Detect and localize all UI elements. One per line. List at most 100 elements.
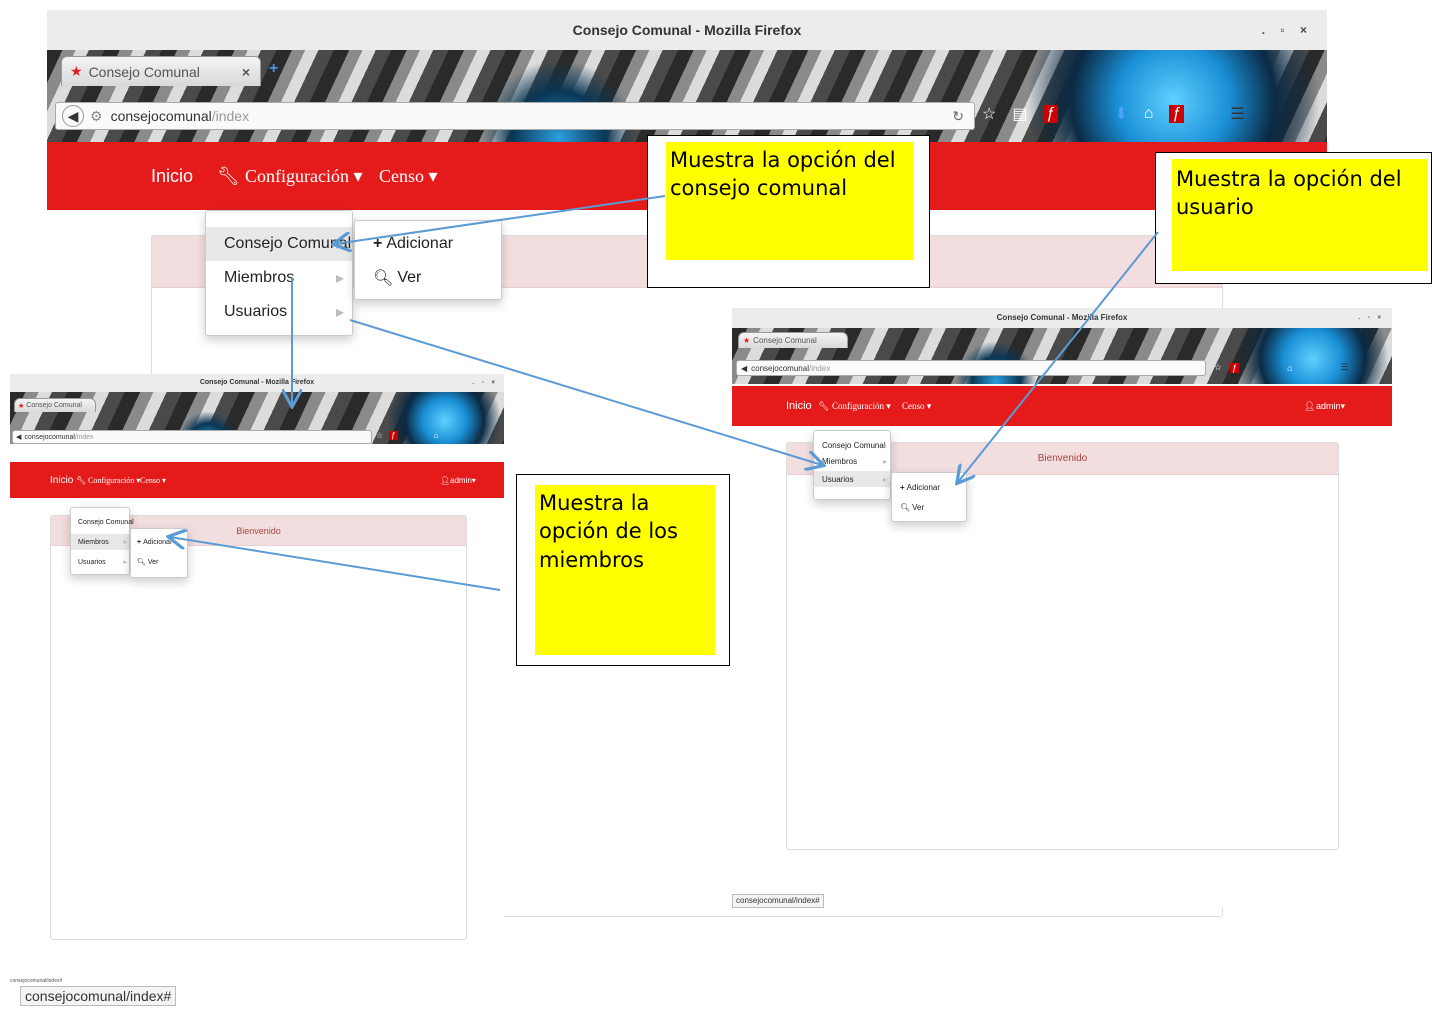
nav-configuracion[interactable]: Configuración ▾ [88,476,140,485]
nav-inicio[interactable]: Inicio [786,400,812,412]
window-controls[interactable]: . ▫ × [1358,308,1392,328]
submenu-label: Ver [912,502,925,512]
url-path: /index [808,363,831,373]
plus-icon: + [373,235,383,252]
window-title: Consejo Comunal - Mozilla Firefox [996,313,1128,322]
tab-favicon-star-icon: ★ [70,63,83,79]
user-icon: 👤︎ [1304,400,1316,411]
flash-icon[interactable]: ƒ [1230,362,1240,373]
menu-item-usuarios[interactable]: Usuarios ▸ [206,295,352,329]
reading-list-icon[interactable]: ▤ [1012,104,1027,124]
back-icon[interactable]: ◀ [741,364,747,373]
menu-item-miembros[interactable]: Miembros ▸ [206,261,352,295]
download-icon[interactable]: ⬇ [1114,104,1127,124]
menu-item-miembros[interactable]: Miembros ▸ [71,534,129,550]
url-path: /index [211,108,250,124]
home-icon[interactable]: ⌂ [434,431,439,440]
plus-icon: + [137,538,142,546]
config-dropdown: Consejo Comunal ▸ Miembros ▸ Usuarios ▸ [205,210,353,336]
browser-tab[interactable]: ★ Consejo Comunal × [61,56,261,86]
url-base: consejocomunal [110,108,212,124]
nav-inicio[interactable]: Inicio [50,475,73,486]
reload-icon[interactable]: ↻ [952,108,964,125]
status-bar-tiny: consejocomunal/index# [10,978,63,984]
nav-user-admin[interactable]: admin▾ [450,476,476,485]
window-titlebar: Consejo Comunal - Mozilla Firefox [10,374,504,392]
bookmark-star-icon[interactable]: ☆ [376,431,383,440]
window-title: Consejo Comunal - Mozilla Firefox [199,379,315,386]
nav-configuracion[interactable]: Configuración ▾ [245,166,363,187]
menu-item-label: Miembros [822,456,858,466]
flash-icon[interactable]: ƒ [1043,105,1059,123]
submenu-label: Adicionar [143,538,173,546]
welcome-panel: Bienvenido [50,515,467,940]
flash-icon[interactable]: ƒ [389,431,398,440]
nav-censo[interactable]: Censo ▾ [379,166,438,187]
config-dropdown: Consejo Comunal ▸ Miembros ▸ Usuarios ▸ [70,507,134,575]
menu-item-miembros[interactable]: Miembros ▸ [814,453,890,469]
bookmark-star-icon[interactable]: ☆ [982,104,996,124]
nav-inicio[interactable]: Inicio [151,166,193,187]
url-base: consejocomunal [24,433,75,441]
wrench-icon: 🔧︎ [76,475,87,485]
site-navbar: Inicio 🔧︎ Configuración ▾ Censo ▾ 👤︎ adm… [10,462,504,498]
submenu-ver[interactable]: 🔍︎ Ver [131,553,187,571]
menu-item-usuarios[interactable]: Usuarios ▸ [814,471,890,487]
caret-right-icon: ▸ [882,456,887,466]
bookmark-star-icon[interactable]: ☆ [1214,362,1222,373]
wrench-icon: 🔧︎ [217,165,240,186]
menu-hamburger-icon[interactable]: ☰ [1341,362,1349,373]
submenu-adicionar[interactable]: + Adicionar [131,533,187,551]
submenu-ver[interactable]: 🔍︎ Ver [892,497,966,517]
url-bar[interactable]: ◀ consejocomunal/index [12,430,372,444]
window-controls[interactable]: . ▫ × [1262,10,1327,50]
status-bar: consejocomunal/index# [732,894,824,908]
home-icon[interactable]: ⌂ [1144,105,1154,123]
submenu-adicionar[interactable]: + Adicionar [355,227,501,261]
menu-item-consejo-comunal[interactable]: Consejo Comunal ▸ [206,227,352,261]
search-icon: 🔍︎ [373,270,394,287]
window-titlebar: Consejo Comunal - Mozilla Firefox [47,10,1327,50]
url-bar[interactable]: ◀ consejocomunal/index [736,360,1206,376]
submenu-adicionar[interactable]: + Adicionar [892,477,966,497]
wrench-icon: 🔧︎ [818,400,830,411]
identity-icon: ⚙ [90,107,103,124]
tab-favicon-star-icon: ★ [743,336,751,345]
plus-icon: + [900,482,905,492]
back-icon[interactable]: ◀ [62,105,84,127]
menu-hamburger-icon[interactable]: ☰ [474,431,481,440]
right-browser-window: Consejo Comunal - Mozilla Firefox . ▫ × … [732,308,1392,908]
caret-right-icon: ▸ [335,304,344,321]
nav-configuracion[interactable]: Configuración ▾ [832,401,891,412]
browser-tab[interactable]: ★ Consejo Comunal [14,398,96,412]
menu-item-label: Miembros [224,269,295,286]
menu-item-consejo-comunal[interactable]: Consejo Comunal ▸ [71,514,134,530]
menu-item-consejo-comunal[interactable]: Consejo Comunal ▸ [814,437,890,453]
site-navbar: Inicio 🔧︎ Configuración ▾ Censo ▾ 👤︎ adm… [732,386,1392,426]
url-bar[interactable]: ◀ ⚙ consejocomunal/index ↻ [55,102,975,130]
nav-censo[interactable]: Censo ▾ [140,476,166,485]
submenu-ver[interactable]: 🔍︎ Ver [355,261,501,295]
menu-item-label: Consejo Comunal [224,235,352,252]
menu-item-label: Usuarios [78,558,106,566]
toolbar-icons: ☆ ƒ ⌂ ☰ [376,431,482,440]
window-controls[interactable]: . ▫ × [472,374,504,392]
submenu-label: Ver [397,269,422,286]
home-icon[interactable]: ⌂ [1287,363,1292,373]
nav-censo[interactable]: Censo ▾ [902,401,931,412]
menu-hamburger-icon[interactable]: ☰ [1230,104,1244,124]
new-tab-plus-icon[interactable]: + [269,60,278,78]
flash-icon-2[interactable]: ƒ [1169,105,1185,123]
tab-close-icon[interactable]: × [242,64,250,80]
caret-right-icon: ▸ [335,270,344,287]
callout-text: Muestra la opción de los miembros [535,485,715,655]
tab-favicon-star-icon: ★ [18,402,25,410]
menu-item-usuarios[interactable]: Usuarios ▸ [71,554,129,570]
search-icon: 🔍︎ [137,559,146,566]
caret-right-icon: ▸ [123,519,127,526]
menu-item-label: Miembros [78,538,109,546]
menu-item-label: Usuarios [822,474,854,484]
browser-tab[interactable]: ★ Consejo Comunal [738,332,848,348]
back-icon[interactable]: ◀ [16,433,21,441]
nav-user-admin[interactable]: admin▾ [1316,401,1345,412]
